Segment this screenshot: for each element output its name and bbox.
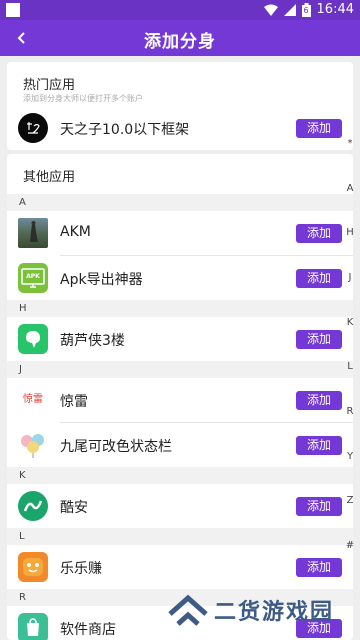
app-icon-apk-exporter: APK bbox=[18, 263, 48, 293]
list-item[interactable]: AKM 添加 bbox=[7, 211, 353, 255]
section-header-k: K bbox=[7, 467, 353, 484]
app-icon-tianzhizi bbox=[18, 113, 48, 143]
add-button[interactable]: 添加 bbox=[296, 391, 342, 410]
watermark-text: 二货游戏园 bbox=[214, 600, 335, 625]
app-name: 天之子10.0以下框架 bbox=[60, 122, 190, 138]
section-header-l: L bbox=[7, 528, 353, 545]
index-letter[interactable]: L bbox=[344, 361, 356, 372]
list-item[interactable]: 九尾可改色状态栏 添加 bbox=[7, 423, 353, 467]
index-letter[interactable]: # bbox=[344, 540, 356, 551]
app-name: 九尾可改色状态栏 bbox=[60, 439, 172, 455]
list-item[interactable]: 惊雷 惊雷 添加 bbox=[7, 378, 353, 422]
watermark: 二货游戏园 bbox=[166, 592, 334, 628]
index-letter[interactable]: Y bbox=[344, 451, 356, 462]
add-button[interactable]: 添加 bbox=[296, 497, 342, 516]
app-name: 酷安 bbox=[60, 500, 88, 516]
app-name: 乐乐赚 bbox=[60, 561, 102, 577]
signal-icon bbox=[283, 4, 296, 16]
hot-apps-subtitle: 添加到分身大师以便打开多个账户 bbox=[23, 94, 143, 103]
index-letter[interactable]: Z bbox=[344, 495, 356, 506]
index-letter[interactable]: * bbox=[344, 138, 356, 149]
section-header-a: A bbox=[7, 194, 353, 211]
battery-level: 6 bbox=[303, 6, 309, 15]
watermark-logo-icon bbox=[168, 594, 208, 626]
app-icon-lelezhuan bbox=[18, 552, 48, 582]
apk-icon-label: APK bbox=[26, 273, 40, 280]
section-header-j: J bbox=[7, 361, 353, 378]
index-letter[interactable]: K bbox=[344, 317, 356, 328]
list-item[interactable]: 乐乐赚 添加 bbox=[7, 545, 353, 589]
clock: 16:44 bbox=[316, 2, 354, 17]
section-header-h: H bbox=[7, 300, 353, 317]
page-title: 添加分身 bbox=[144, 32, 216, 52]
status-bar: 6 16:44 bbox=[0, 0, 360, 20]
other-apps-card: 其他应用 A AKM 添加 APK Apk导出神器 添加 H 葫芦侠3楼 添加 … bbox=[7, 154, 353, 640]
wifi-icon bbox=[263, 4, 278, 16]
add-button[interactable]: 添加 bbox=[296, 269, 342, 288]
index-letter[interactable]: A bbox=[344, 183, 356, 194]
list-item[interactable]: 酷安 添加 bbox=[7, 484, 353, 528]
add-button[interactable]: 添加 bbox=[296, 224, 342, 243]
app-name: 软件商店 bbox=[60, 622, 116, 638]
add-button[interactable]: 添加 bbox=[296, 558, 342, 577]
app-icon-jinglei: 惊雷 bbox=[18, 385, 48, 415]
app-icon-coolapk bbox=[18, 491, 48, 521]
app-icon-jiuwei bbox=[18, 430, 48, 460]
app-name: 葫芦侠3楼 bbox=[60, 333, 125, 349]
index-letter[interactable]: H bbox=[344, 227, 356, 238]
content: 热门应用 添加到分身大师以便打开多个账户 天之子10.0以下框架 添加 其他应用… bbox=[0, 56, 360, 640]
notification-icon bbox=[6, 3, 20, 17]
index-letter[interactable]: J bbox=[344, 272, 356, 283]
app-name: 惊雷 bbox=[60, 394, 88, 410]
add-button[interactable]: 添加 bbox=[296, 119, 342, 138]
other-apps-heading: 其他应用 bbox=[23, 170, 76, 185]
list-item[interactable]: 葫芦侠3楼 添加 bbox=[7, 317, 353, 361]
index-letter[interactable]: R bbox=[344, 406, 356, 417]
hot-apps-heading: 热门应用 bbox=[23, 78, 76, 93]
list-item[interactable]: APK Apk导出神器 添加 bbox=[7, 256, 353, 300]
hot-apps-card: 热门应用 添加到分身大师以便打开多个账户 天之子10.0以下框架 添加 bbox=[7, 62, 353, 150]
app-icon-huluxia bbox=[18, 324, 48, 354]
list-item[interactable]: 天之子10.0以下框架 添加 bbox=[7, 106, 353, 150]
jinglei-icon-label: 惊雷 bbox=[23, 394, 43, 405]
add-button[interactable]: 添加 bbox=[296, 436, 342, 455]
app-bar: 添加分身 bbox=[0, 20, 360, 56]
app-icon-app-store bbox=[18, 613, 48, 640]
app-name: Apk导出神器 bbox=[60, 272, 143, 288]
app-icon-akm bbox=[18, 218, 48, 248]
app-name: AKM bbox=[60, 224, 91, 240]
add-button[interactable]: 添加 bbox=[296, 330, 342, 349]
